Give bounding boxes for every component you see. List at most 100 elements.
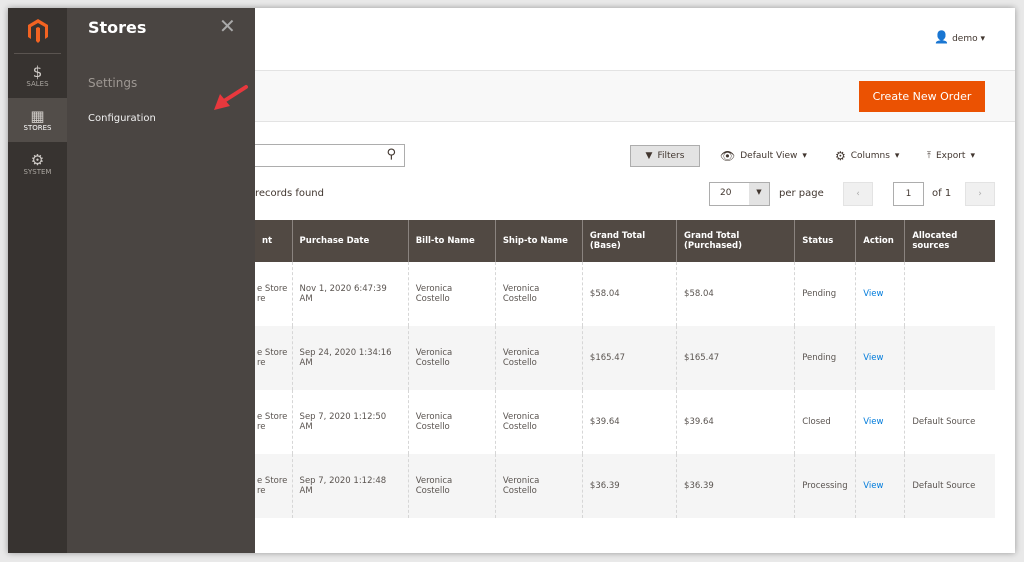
table-cell: $36.39: [581, 454, 677, 518]
view-link[interactable]: View: [863, 417, 883, 427]
table-cell: Veronica Costello: [502, 412, 540, 432]
table-cell: Default Source: [912, 481, 976, 491]
table-cell: $58.04: [589, 289, 620, 299]
next-page-button[interactable]: ›: [965, 182, 995, 206]
table-row: e Store re Sep 7, 2020 1:12:48 AM Veronica…: [255, 454, 995, 518]
previous-page-button[interactable]: ‹: [843, 182, 873, 206]
table-cell: e Store re: [257, 476, 288, 496]
table-cell: Sep 7, 2020 1:12:48 AM: [299, 476, 387, 496]
table-cell: $36.39: [684, 481, 714, 491]
view-link[interactable]: View: [863, 481, 883, 491]
table-cell: Sep 7, 2020 1:12:50 AM: [291, 390, 409, 454]
user-menu[interactable]: 👤 demo ▾: [934, 30, 985, 44]
magento-logo-icon[interactable]: [14, 8, 61, 54]
create-new-order-button[interactable]: Create New Order: [859, 81, 985, 112]
table-cell: Veronica Costello: [502, 476, 540, 496]
gear-icon: ⚙: [835, 149, 846, 163]
table-cell: Veronica Costello: [502, 284, 540, 304]
table-cell: e Store re: [255, 390, 292, 454]
page-count: of 1: [932, 188, 952, 199]
column-header[interactable]: nt: [255, 220, 293, 262]
table-cell: e Store re: [255, 262, 292, 326]
column-header[interactable]: Bill-to Name: [407, 220, 496, 262]
per-page-select[interactable]: 20 ▼: [709, 182, 770, 206]
table-cell: $165.47: [589, 353, 626, 363]
table-cell: $36.39: [676, 454, 795, 518]
column-header[interactable]: Allocated sources: [904, 220, 995, 262]
columns-label: Columns: [850, 151, 890, 161]
nav-item-stores[interactable]: ▦ STORES: [8, 98, 67, 142]
table-cell: $165.47: [581, 326, 677, 390]
table-cell: e Store re: [255, 326, 293, 390]
table-cell: View: [855, 390, 905, 454]
columns-dropdown[interactable]: ⚙ Columns ▾: [835, 145, 899, 167]
table-cell: Veronica Costello: [494, 326, 583, 390]
table-cell: Veronica Costello: [415, 476, 453, 496]
settings-section-heading: Settings: [88, 76, 138, 90]
column-header[interactable]: Ship-to Name: [494, 220, 583, 262]
user-icon: 👤: [934, 30, 950, 44]
nav-item-sales[interactable]: $ SALES: [8, 54, 67, 98]
table-cell: Closed: [802, 417, 831, 427]
table-cell: Sep 7, 2020 1:12:48 AM: [291, 454, 409, 518]
table-row: e Store re Sep 7, 2020 1:12:50 AM Veronica…: [255, 390, 995, 454]
table-cell: [904, 262, 995, 326]
table-cell: Pending: [802, 353, 837, 363]
table-cell: Veronica Costello: [415, 348, 453, 368]
view-link[interactable]: View: [863, 353, 883, 363]
table-cell: View: [855, 454, 905, 518]
table-cell: $36.39: [589, 481, 620, 491]
per-page-value: 20: [720, 188, 732, 198]
table-cell: Sep 24, 2020 1:34:16 AM: [291, 326, 409, 390]
column-header[interactable]: Grand Total (Base): [581, 220, 677, 262]
table-cell: Closed: [794, 390, 856, 454]
table-row: e Store re Sep 24, 2020 1:34:16 AM Veronic…: [255, 326, 995, 390]
chevron-down-icon[interactable]: ▼: [749, 183, 769, 205]
red-arrow-annotation-icon: [214, 85, 248, 110]
dollar-icon: $: [32, 63, 43, 81]
export-dropdown[interactable]: ⤒ Export ▾: [927, 145, 975, 167]
table-cell: Pending: [794, 326, 856, 390]
table-cell: Veronica Costello: [407, 390, 496, 454]
table-cell: Processing: [794, 454, 856, 518]
column-header[interactable]: Action: [855, 220, 905, 262]
gear-icon: ⚙: [30, 151, 45, 169]
view-link[interactable]: View: [863, 289, 883, 299]
table-cell: e Store re: [257, 412, 288, 432]
filters-button[interactable]: ▼ Filters: [630, 145, 700, 167]
orders-table: nt Purchase Date Bill-to Name Ship-to Name G…: [255, 220, 995, 518]
column-header[interactable]: Status: [794, 220, 856, 262]
nav-item-label: SYSTEM: [23, 168, 52, 176]
table-cell: Default Source: [904, 454, 995, 518]
page-number-input[interactable]: 1: [893, 182, 924, 206]
column-header[interactable]: Purchase Date: [291, 220, 409, 262]
eye-icon: 👁: [720, 149, 736, 163]
table-cell: Sep 7, 2020 1:12:50 AM: [299, 412, 387, 432]
table-cell: Veronica Costello: [502, 348, 540, 368]
table-cell: Veronica Costello: [494, 390, 583, 454]
table-cell: Nov 1, 2020 6:47:39 AM: [299, 284, 387, 304]
search-input[interactable]: ⚲: [255, 144, 405, 167]
table-cell: Veronica Costello: [415, 412, 453, 432]
table-cell: Pending: [794, 262, 856, 326]
table-cell: e Store re: [257, 284, 288, 304]
store-icon: ▦: [30, 107, 45, 125]
flyout-title: Stores: [88, 18, 147, 37]
orders-grid-page: 👤 demo ▾ Create New Order ⚲ ▼ Filters 👁 De…: [255, 8, 1015, 553]
nav-item-system[interactable]: ⚙ SYSTEM: [8, 142, 67, 186]
nav-item-label: STORES: [23, 124, 52, 132]
close-icon[interactable]: ✕: [219, 14, 236, 38]
nav-item-label: SALES: [26, 80, 49, 88]
column-header[interactable]: Grand Total (Purchased): [676, 220, 795, 262]
table-row: e Store re Nov 1, 2020 6:47:39 AM Veronica…: [255, 262, 995, 326]
default-view-dropdown[interactable]: 👁 Default View ▾: [720, 145, 807, 167]
table-cell: $165.47: [676, 326, 795, 390]
per-page-label: per page: [779, 188, 824, 199]
table-cell: View: [855, 326, 905, 390]
search-icon[interactable]: ⚲: [386, 147, 396, 162]
configuration-link[interactable]: Configuration: [88, 113, 156, 124]
table-cell: $58.04: [581, 262, 677, 326]
admin-window: $ SALES ▦ STORES ⚙ SYSTEM Stores ✕ Settings C…: [8, 8, 1015, 553]
table-cell: Pending: [802, 289, 837, 299]
records-found: records found: [255, 188, 324, 199]
